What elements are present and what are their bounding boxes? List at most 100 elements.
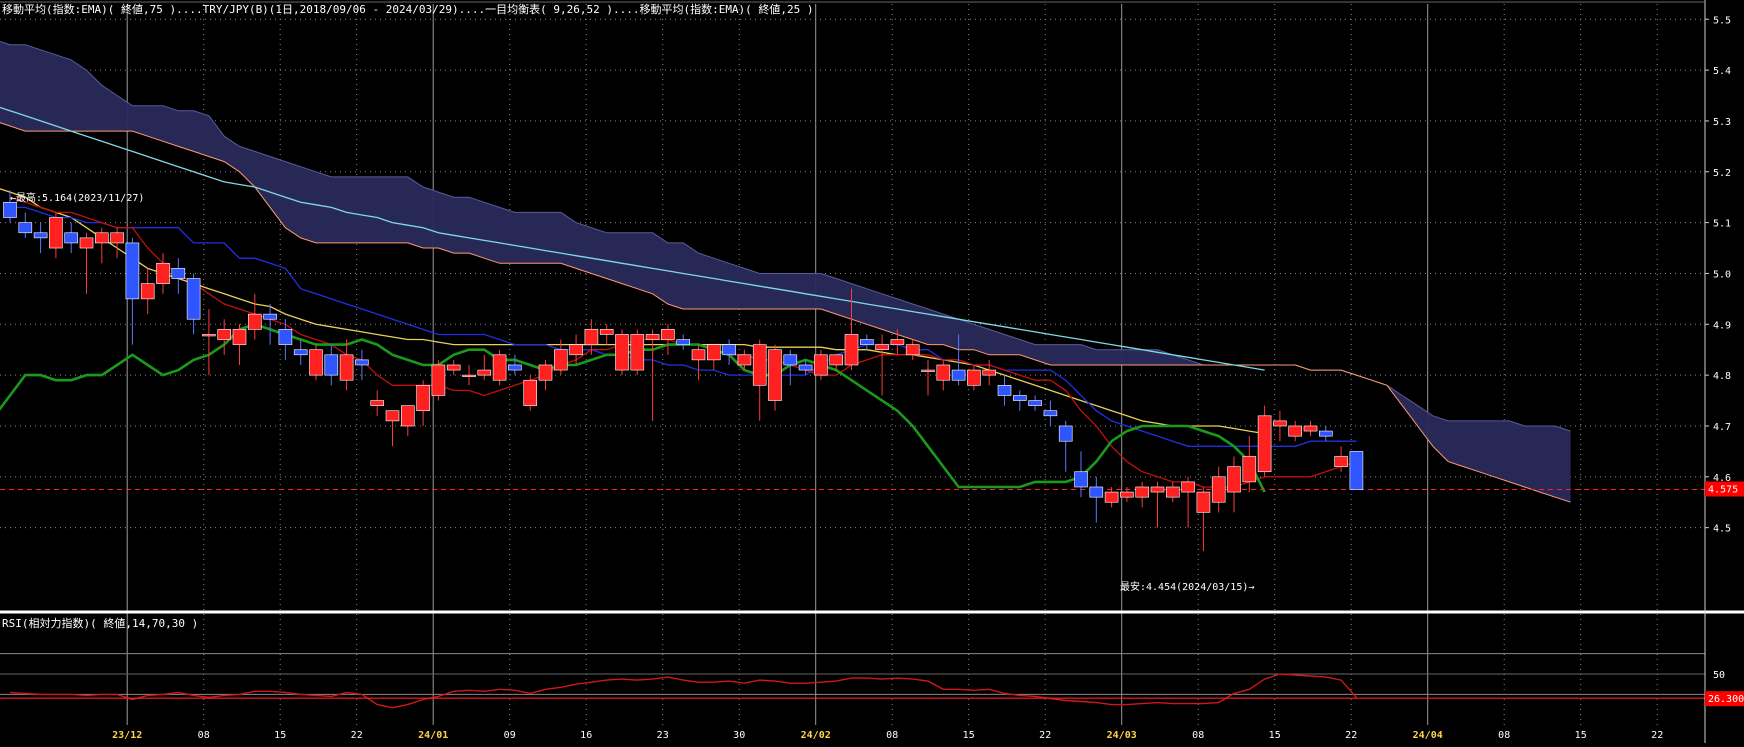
- candle-body: [706, 344, 721, 361]
- candle[interactable]: [1257, 405, 1272, 477]
- candle-body: [523, 379, 538, 406]
- candle-body: [661, 329, 675, 340]
- candle-body: [859, 339, 874, 345]
- candle-body: [217, 329, 231, 340]
- candle-body: [905, 344, 920, 356]
- x-tick-label: 08: [1192, 730, 1204, 741]
- candle-body: [737, 354, 752, 366]
- candle-body: [1288, 425, 1302, 437]
- candle-body: [599, 329, 614, 335]
- candle-body: [110, 232, 124, 244]
- candle-body: [691, 349, 706, 361]
- high-annotation: ←最高:5.164(2023/11/27): [10, 191, 144, 204]
- candle-body: [1196, 491, 1211, 513]
- candle-body: [890, 339, 905, 345]
- candle-body: [1074, 471, 1088, 488]
- chart-root: 5.5 5.4 5.3 5.2 5.1 5.0 4.9 4.8 4.7 4.6 4.5 23/12 08…: [0, 0, 1744, 743]
- candle-body: [125, 242, 140, 300]
- candle-body: [477, 369, 492, 376]
- candle-body: [263, 313, 277, 320]
- candle-body: [615, 334, 629, 371]
- candle-body: [171, 268, 186, 279]
- candle-body: [569, 344, 583, 356]
- candle[interactable]: [309, 344, 323, 381]
- y-tick-label: 5.4: [1713, 66, 1731, 77]
- candle[interactable]: [768, 344, 782, 411]
- x-tick-label: 08: [198, 730, 210, 741]
- candle-body: [431, 364, 446, 396]
- candle[interactable]: [615, 329, 629, 376]
- candle-body: [722, 344, 736, 356]
- candle-body: [79, 237, 94, 249]
- rsi-tick-label: 50: [1713, 670, 1725, 681]
- x-tick-label: 09: [504, 730, 516, 741]
- x-tick-label: 22: [351, 730, 363, 741]
- candle[interactable]: [630, 329, 645, 376]
- y-tick-label: 5.1: [1713, 219, 1731, 230]
- candle-body: [1319, 430, 1333, 437]
- candle-body: [1257, 415, 1272, 473]
- y-tick-label: 5.2: [1713, 168, 1731, 179]
- candle-body: [1242, 456, 1257, 483]
- candle-body: [156, 262, 170, 284]
- candle-body: [982, 369, 997, 376]
- candle-body: [202, 334, 216, 337]
- candle[interactable]: [1349, 451, 1364, 490]
- candle-body: [1012, 395, 1027, 401]
- x-tick-label: 22: [1651, 730, 1663, 741]
- candle-body: [951, 369, 966, 381]
- candle[interactable]: [492, 349, 507, 386]
- y-tick-label: 4.9: [1713, 320, 1731, 331]
- candle-body: [676, 339, 691, 345]
- candle[interactable]: [431, 359, 446, 401]
- x-tick-label: 24/02: [801, 730, 831, 741]
- candle-body: [186, 278, 201, 320]
- y-tick-label: 4.8: [1713, 371, 1731, 382]
- candle-body: [416, 385, 430, 412]
- candle-body: [1135, 486, 1149, 498]
- candle-body: [997, 385, 1012, 396]
- candle-body: [1211, 476, 1226, 503]
- candle-body: [1349, 451, 1364, 490]
- candle-body: [18, 222, 33, 234]
- candlestick-chart: 5.55.45.35.25.15.04.94.84.74.64.523/12 08…: [0, 0, 1744, 743]
- candle-body: [538, 364, 553, 381]
- y-tick-label: 5.5: [1713, 15, 1731, 26]
- candle-body: [1273, 420, 1287, 427]
- candle-body: [783, 354, 798, 366]
- candle-body: [630, 334, 645, 371]
- candle-body: [400, 405, 415, 427]
- candle-body: [324, 354, 339, 376]
- candle-body: [339, 354, 354, 381]
- candle-body: [1058, 425, 1073, 442]
- x-tick-label: 30: [733, 730, 745, 741]
- x-tick-label: 15: [1269, 730, 1281, 741]
- candle-body: [278, 329, 293, 345]
- candle-body: [814, 354, 828, 376]
- y-tick-label: 4.7: [1713, 422, 1731, 433]
- candle-body: [140, 283, 155, 300]
- rsi-title: RSI(相対力指数)( 終値,14,70,30 ): [2, 616, 198, 630]
- candle[interactable]: [523, 375, 538, 411]
- x-tick-label: 08: [1498, 730, 1510, 741]
- candle-body: [645, 334, 660, 340]
- y-tick-label: 4.5: [1713, 524, 1731, 535]
- x-tick-label: 16: [580, 730, 592, 741]
- x-tick-label: 08: [886, 730, 898, 741]
- candle-body: [385, 410, 400, 422]
- y-tick-label: 5.3: [1713, 117, 1731, 128]
- candle-body: [492, 354, 507, 381]
- last-price-label: 4.575: [1708, 485, 1738, 496]
- candle-body: [309, 349, 323, 376]
- candle-body: [752, 344, 767, 386]
- y-tick-label: 5.0: [1713, 269, 1731, 280]
- candle-body: [248, 313, 262, 330]
- x-tick-label: 23/12: [112, 730, 142, 741]
- candle-body: [1120, 491, 1134, 498]
- x-tick-label: 23: [657, 730, 669, 741]
- candle-body: [921, 369, 935, 372]
- candle-body: [967, 369, 981, 386]
- x-tick-label: 15: [1575, 730, 1587, 741]
- candle-body: [1043, 410, 1058, 417]
- candle-body: [1303, 425, 1318, 432]
